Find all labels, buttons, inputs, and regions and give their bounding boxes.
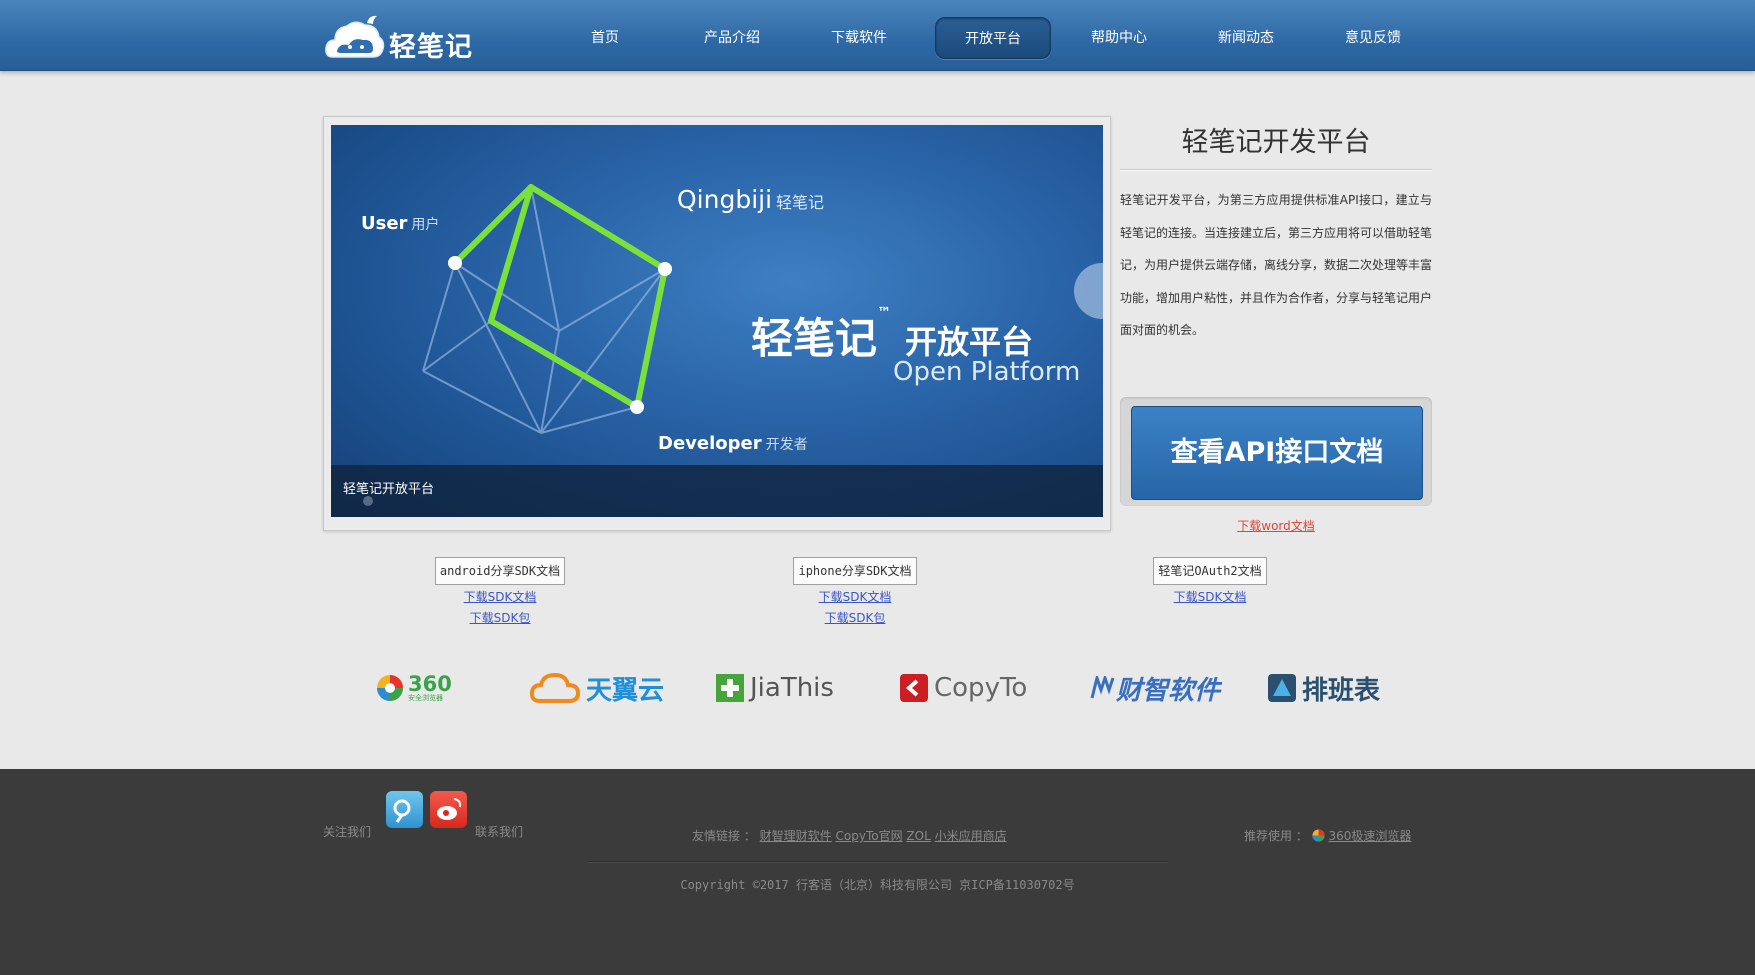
sdk-oauth2-label: 轻笔记OAuth2文档 (1153, 557, 1267, 585)
logo-text: 轻笔记 (389, 31, 473, 63)
friend-link-xiaomi[interactable]: 小米应用商店 (935, 829, 1007, 843)
partner-caizhi-name: 财智软件 (1116, 675, 1221, 706)
site-header: 轻笔记 首页 产品介绍 下载软件 开放平台 帮助中心 新闻动态 意见反馈 (0, 0, 1755, 71)
360-browser-small-icon (1312, 829, 1325, 842)
copyright-text: Copyright ©2017 行客语（北京）科技有限公司 京ICP备11030… (680, 878, 1075, 892)
banner-slide[interactable]: User 用户 Qingbiji 轻笔记 轻笔记™开放平台 Open Platfor… (331, 125, 1103, 517)
partner-paibanbiao[interactable]: 排班表 (1268, 668, 1380, 708)
schedule-icon (1268, 674, 1296, 702)
partner-copyto-name: CopyTo (934, 673, 1028, 703)
sdk-iphone: iphone分享SDK文档 下载SDK文档 下载SDK包 (785, 557, 925, 627)
platform-description: 轻笔记开发平台，为第三方应用提供标准API接口，建立与轻笔记的连接。当连接建立后… (1120, 193, 1433, 337)
friend-link-copyto[interactable]: CopyTo官网 (836, 829, 903, 843)
recommend-section: 推荐使用 ： 360极速浏览器 (1244, 827, 1411, 844)
360-browser-icon (377, 675, 403, 701)
nav-product-intro[interactable]: 产品介绍 (674, 17, 790, 59)
caizhi-icon (1090, 676, 1115, 699)
platform-title: 轻笔记开发平台 (1120, 116, 1432, 170)
site-logo[interactable]: 轻笔记 (323, 10, 473, 66)
partner-360[interactable]: 360 安全浏览器 (376, 668, 452, 708)
nav-feedback[interactable]: 意见反馈 (1315, 17, 1431, 59)
weibo-icon[interactable] (430, 791, 467, 828)
banner-caption: 轻笔记开放平台 (331, 465, 1103, 517)
android-download-sdk-package-link[interactable]: 下载SDK包 (430, 610, 570, 627)
view-api-docs-button[interactable]: 查看API接口文档 (1131, 406, 1423, 500)
sdk-android-label: android分享SDK文档 (434, 557, 566, 585)
iphone-download-sdk-package-link[interactable]: 下载SDK包 (785, 610, 925, 627)
friend-links-label: 友情链接 ： (692, 829, 756, 843)
partner-tianyiyun[interactable]: 天翼云 (530, 668, 664, 708)
partner-360-sub: 安全浏览器 (408, 694, 443, 702)
footer-divider (588, 861, 1168, 862)
partner-copyto[interactable]: CopyTo (900, 668, 1027, 708)
site-footer: 关注我们 联系我们 友情链接 ： 财智理财软件 CopyTo官网 ZOL 小米应… (0, 769, 1755, 975)
banner-qingbiji-label: Qingbiji 轻笔记 (677, 185, 825, 214)
recommend-360-browser-link[interactable]: 360极速浏览器 (1328, 829, 1411, 843)
slider-dot[interactable] (363, 496, 373, 506)
nav-open-platform[interactable]: 开放平台 (935, 17, 1051, 59)
download-word-doc-link[interactable]: 下载word文档 (1120, 517, 1432, 534)
recommend-label: 推荐使用 ： (1244, 829, 1308, 843)
follow-us-label: 关注我们 (323, 825, 372, 839)
banner-frame: User 用户 Qingbiji 轻笔记 轻笔记™开放平台 Open Platfor… (323, 116, 1111, 531)
nav-news[interactable]: 新闻动态 (1188, 17, 1304, 59)
android-download-sdk-doc-link[interactable]: 下载SDK文档 (430, 589, 570, 606)
banner-developer-label: Developer 开发者 (658, 433, 808, 454)
nav-help-center[interactable]: 帮助中心 (1061, 17, 1177, 59)
cloud-mascot-icon (325, 15, 385, 58)
iphone-download-sdk-doc-link[interactable]: 下载SDK文档 (785, 589, 925, 606)
partner-paibanbiao-name: 排班表 (1302, 675, 1381, 706)
app-store-icon[interactable] (386, 791, 423, 828)
partner-360-name: 360 (408, 672, 452, 696)
sdk-iphone-label: iphone分享SDK文档 (793, 557, 917, 585)
friend-link-zol[interactable]: ZOL (906, 829, 930, 843)
partner-caizhi[interactable]: 财智软件 (1090, 668, 1220, 708)
partner-tianyiyun-name: 天翼云 (586, 675, 665, 706)
friend-link-caizhi[interactable]: 财智理财软件 (760, 829, 832, 843)
oauth2-download-sdk-doc-link[interactable]: 下载SDK文档 (1140, 589, 1280, 606)
partner-jiathis-name: JiaThis (750, 673, 834, 703)
sdk-oauth2: 轻笔记OAuth2文档 下载SDK文档 (1140, 557, 1280, 606)
banner-user-label: User 用户 (361, 213, 440, 234)
api-button-wrap: 查看API接口文档 (1120, 397, 1432, 506)
friend-links: 友情链接 ： 财智理财软件 CopyTo官网 ZOL 小米应用商店 (692, 827, 1007, 844)
sdk-android: android分享SDK文档 下载SDK文档 下载SDK包 (430, 557, 570, 627)
cloud-icon (530, 672, 580, 703)
partner-jiathis[interactable]: JiaThis (716, 668, 834, 708)
contact-us-link[interactable]: 联系我们 (475, 823, 523, 840)
nav-home[interactable]: 首页 (547, 17, 663, 59)
platform-intro: 轻笔记开发平台 轻笔记开发平台，为第三方应用提供标准API接口，建立与轻笔记的连… (1120, 116, 1433, 533)
plus-icon (716, 674, 744, 702)
banner-subtitle: Open Platform (893, 357, 1081, 387)
copyto-icon (900, 674, 928, 702)
nav-download[interactable]: 下载软件 (801, 17, 917, 59)
